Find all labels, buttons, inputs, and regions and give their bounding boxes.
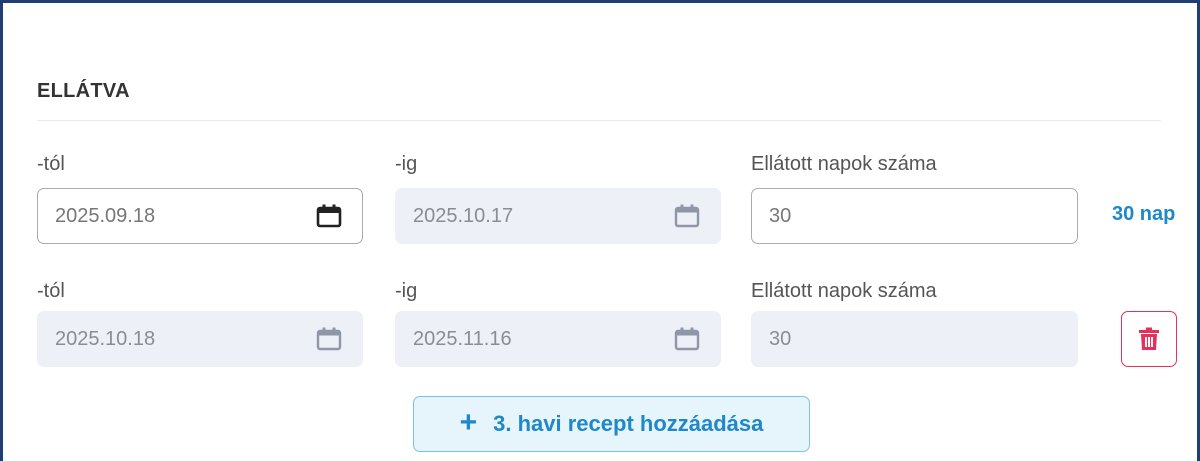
divider [37, 120, 1161, 121]
days-count-input: 30 [751, 311, 1078, 367]
delete-row-button[interactable] [1121, 311, 1177, 367]
days-count-value: 30 [769, 204, 792, 227]
to-date-input: 2025.11.16 [395, 311, 721, 367]
to-label: -ig [395, 280, 418, 302]
add-prescription-button[interactable]: + 3. havi recept hozzáadása [413, 396, 810, 452]
from-label: -tól [37, 280, 65, 302]
calendar-icon [674, 327, 700, 351]
from-date-input: 2025.10.18 [37, 311, 363, 367]
plus-icon: + [459, 406, 478, 439]
to-label: -ig [395, 153, 418, 175]
from-date-input[interactable]: 2025.09.18 [37, 188, 363, 244]
trash-icon [1139, 327, 1159, 350]
days-label: Ellátott napok száma [751, 153, 937, 175]
days-summary: 30 nap [1112, 203, 1176, 225]
calendar-icon [316, 327, 342, 351]
days-label: Ellátott napok száma [751, 280, 937, 302]
add-prescription-label: 3. havi recept hozzáadása [493, 411, 764, 436]
from-label: -tól [37, 153, 65, 175]
calendar-icon[interactable] [316, 203, 342, 229]
to-date-input: 2025.10.17 [395, 188, 721, 244]
calendar-icon [674, 204, 700, 228]
days-count-value: 30 [769, 327, 792, 350]
days-count-input[interactable]: 30 [751, 188, 1078, 244]
section-title: ELLÁTVA [37, 80, 130, 102]
